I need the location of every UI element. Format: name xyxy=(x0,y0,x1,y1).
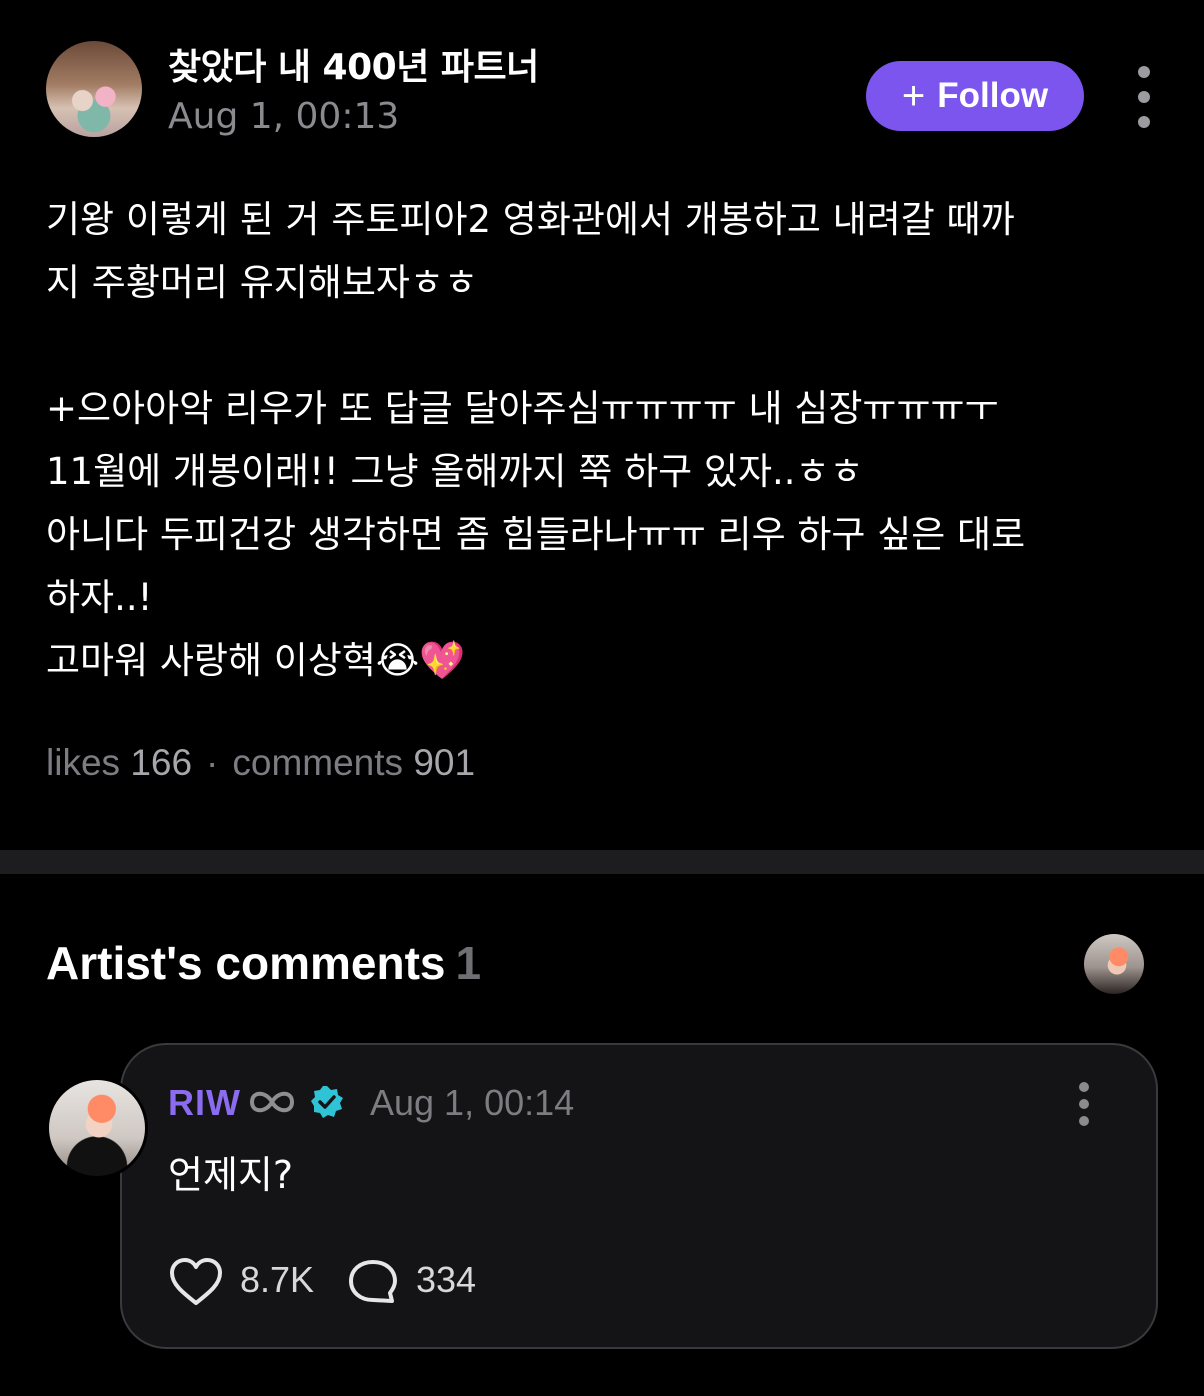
artist-comments-label: Artist's comments xyxy=(46,937,446,989)
author-name[interactable]: 찾았다 내 400년 파트너 xyxy=(168,38,539,90)
artist-comments-count: 1 xyxy=(455,937,482,989)
comment-more-options-icon[interactable] xyxy=(1072,1082,1096,1126)
stats-separator: · xyxy=(206,742,219,783)
reply-bubble-icon[interactable] xyxy=(346,1257,400,1307)
author-avatar[interactable] xyxy=(46,41,142,137)
comment-timestamp: Aug 1, 00:14 xyxy=(370,1082,575,1123)
post-stats: likes 166 · comments 901 xyxy=(46,742,475,784)
follow-label: Follow xyxy=(937,76,1049,115)
artist-avatar-small[interactable] xyxy=(1084,934,1144,994)
comments-count[interactable]: 901 xyxy=(413,742,475,783)
more-options-icon[interactable] xyxy=(1128,66,1160,128)
post-header: 찾았다 내 400년 파트너 Aug 1, 00:13 + Follow xyxy=(0,0,1204,160)
post-timestamp: Aug 1, 00:13 xyxy=(168,96,400,137)
likes-count[interactable]: 166 xyxy=(130,742,192,783)
comment-text: 언제지? xyxy=(168,1153,294,1197)
comment-reply-count: 334 xyxy=(416,1259,477,1300)
heart-icon[interactable] xyxy=(168,1256,224,1308)
commenter-avatar[interactable] xyxy=(46,1077,148,1179)
likes-label: likes xyxy=(46,742,121,783)
comment-like-count: 8.7K xyxy=(240,1259,315,1300)
infinity-icon xyxy=(249,1091,295,1113)
artist-comments-title: Artist's comments 1 xyxy=(46,936,481,990)
verified-badge-icon xyxy=(311,1086,343,1118)
follow-button[interactable]: + Follow xyxy=(866,61,1084,131)
post-body: 기왕 이렇게 된 거 주토피아2 영화관에서 개봉하고 내려갈 때까 지 주황머… xyxy=(46,198,1026,682)
section-divider xyxy=(0,850,1204,874)
plus-icon: + xyxy=(901,74,926,118)
commenter-name[interactable]: RIW xyxy=(168,1082,241,1124)
comments-label: comments xyxy=(232,742,404,783)
